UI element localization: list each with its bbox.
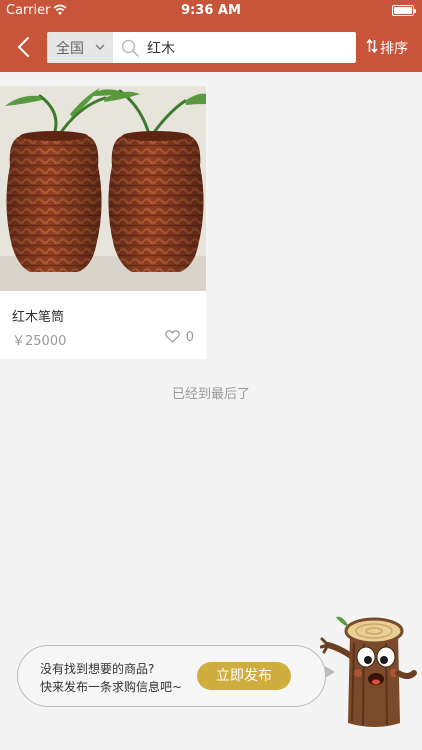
back-button[interactable] — [8, 30, 40, 64]
wood-stump-mascot-icon — [320, 616, 417, 727]
status-time: 9:36 AM — [181, 3, 241, 18]
battery-level — [394, 7, 412, 14]
sort-icon — [366, 39, 378, 53]
prompt-line-1: 没有找到想要的商品? — [40, 662, 155, 676]
list-end-message: 已经到最后了 — [171, 387, 250, 402]
search-input[interactable] — [147, 32, 347, 63]
product-image — [0, 86, 206, 291]
sort-label: 排序 — [380, 41, 408, 57]
nav-bar: 全国 排序 — [0, 22, 422, 72]
sort-button[interactable]: 排序 — [364, 34, 420, 60]
search-box: 全国 — [47, 32, 356, 63]
prompt-line-2: 快来发布一条求购信息吧~ — [40, 680, 183, 694]
heart-icon — [165, 330, 180, 343]
vases-photo — [0, 86, 206, 291]
like-button[interactable]: 0 — [154, 328, 194, 346]
product-card[interactable]: 红木笔筒 ￥25000 0 — [0, 86, 206, 359]
product-title: 红木笔筒 — [12, 310, 65, 325]
chevron-left-icon — [18, 37, 29, 57]
request-prompt: 没有找到想要的商品? 快来发布一条求购信息吧~ 立即发布 — [17, 645, 335, 707]
region-label: 全国 — [56, 41, 84, 57]
search-icon — [121, 39, 139, 57]
battery-icon — [392, 5, 416, 16]
product-price: ￥25000 — [12, 334, 67, 349]
region-select[interactable]: 全国 — [47, 32, 113, 63]
chevron-down-icon — [95, 44, 105, 50]
status-bar: Carrier 9:36 AM — [0, 0, 422, 22]
publish-button[interactable]: 立即发布 — [197, 662, 291, 690]
like-count: 0 — [185, 330, 194, 345]
